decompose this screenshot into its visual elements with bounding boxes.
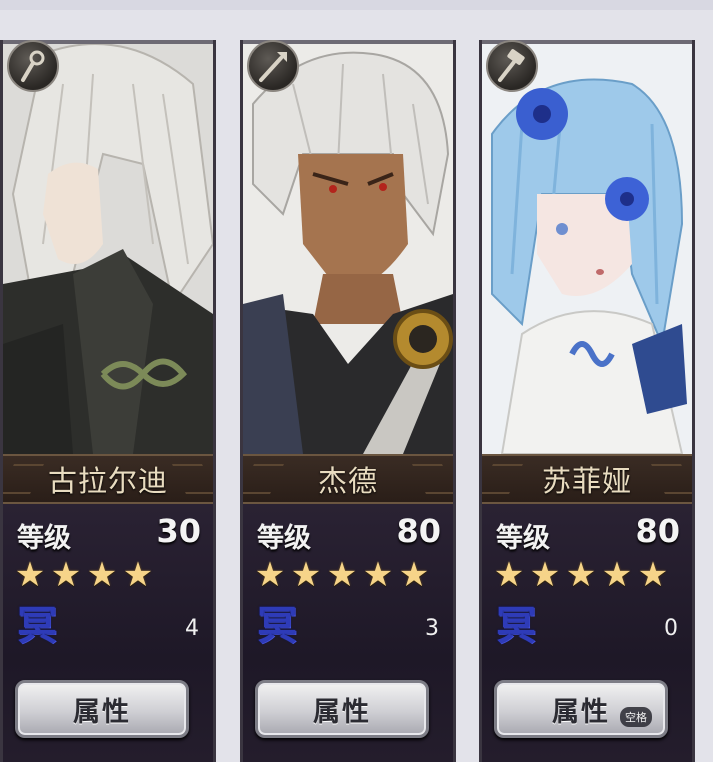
character-portrait: [3, 44, 213, 454]
mei-element-icon: 冥: [257, 603, 297, 649]
stats-panel: 等级 80 ★ ★ ★ ★ ★ 冥 3 属性: [243, 504, 453, 762]
star-icon: ★: [290, 555, 322, 595]
name-bar: 杰德: [243, 454, 453, 504]
stats-panel: 等级 80 ★ ★ ★ ★ ★ 冥 0 属性: [482, 504, 692, 762]
level-label: 等级: [496, 523, 550, 554]
star-rating: ★ ★ ★ ★ ★: [253, 558, 431, 594]
star-icon: ★: [601, 555, 633, 595]
star-rating: ★ ★ ★ ★: [13, 558, 155, 594]
star-icon: ★: [493, 555, 525, 595]
attribute-button-label: 属性: [313, 696, 371, 728]
mei-count: 3: [425, 616, 439, 641]
star-icon: ★: [326, 555, 358, 595]
name-bar: 古拉尔迪: [3, 454, 213, 504]
attribute-button[interactable]: 属性: [255, 680, 429, 738]
character-name: 古拉尔迪: [47, 464, 168, 498]
star-icon: ★: [254, 555, 286, 595]
character-portrait: [243, 44, 453, 454]
stats-panel: 等级 30 ★ ★ ★ ★ 冥 4 属性: [3, 504, 213, 762]
level-value: 80: [396, 512, 441, 550]
star-icon: ★: [86, 555, 118, 595]
attribute-button[interactable]: 属性: [15, 680, 189, 738]
level-label: 等级: [17, 523, 71, 554]
mei-count: 4: [185, 616, 199, 641]
character-name: 苏菲娅: [541, 464, 632, 498]
mei-element-icon: 冥: [496, 603, 536, 649]
mei-count: 0: [664, 616, 678, 641]
character-name: 杰德: [317, 464, 378, 498]
level-label: 等级: [257, 523, 311, 554]
level-value: 30: [156, 512, 201, 550]
star-rating: ★ ★ ★ ★ ★: [492, 558, 670, 594]
top-bar: [0, 0, 713, 10]
star-icon: ★: [362, 555, 394, 595]
star-icon: ★: [529, 555, 561, 595]
level-value: 80: [635, 512, 680, 550]
character-card-3[interactable]: 苏菲娅 等级 80 ★ ★ ★ ★ ★ 冥 0 属性: [479, 40, 695, 762]
star-icon: ★: [565, 555, 597, 595]
star-icon: ★: [637, 555, 669, 595]
star-icon: ★: [50, 555, 82, 595]
star-icon: ★: [122, 555, 154, 595]
mei-element-icon: 冥: [17, 603, 57, 649]
character-portrait: [482, 44, 692, 454]
character-card-1[interactable]: 古拉尔迪 等级 30 ★ ★ ★ ★ 冥 4 属性: [0, 40, 216, 762]
spear-icon: [247, 40, 299, 92]
staff-icon: [7, 40, 59, 92]
star-icon: ★: [14, 555, 46, 595]
name-bar: 苏菲娅: [482, 454, 692, 504]
character-card-2[interactable]: 杰德 等级 80 ★ ★ ★ ★ ★ 冥 3 属性: [240, 40, 456, 762]
attribute-button-label: 属性: [73, 696, 131, 728]
star-icon: ★: [398, 555, 430, 595]
space-key-hint: 空格: [620, 707, 652, 727]
hammer-icon: [486, 40, 538, 92]
attribute-button-label: 属性: [552, 696, 610, 728]
